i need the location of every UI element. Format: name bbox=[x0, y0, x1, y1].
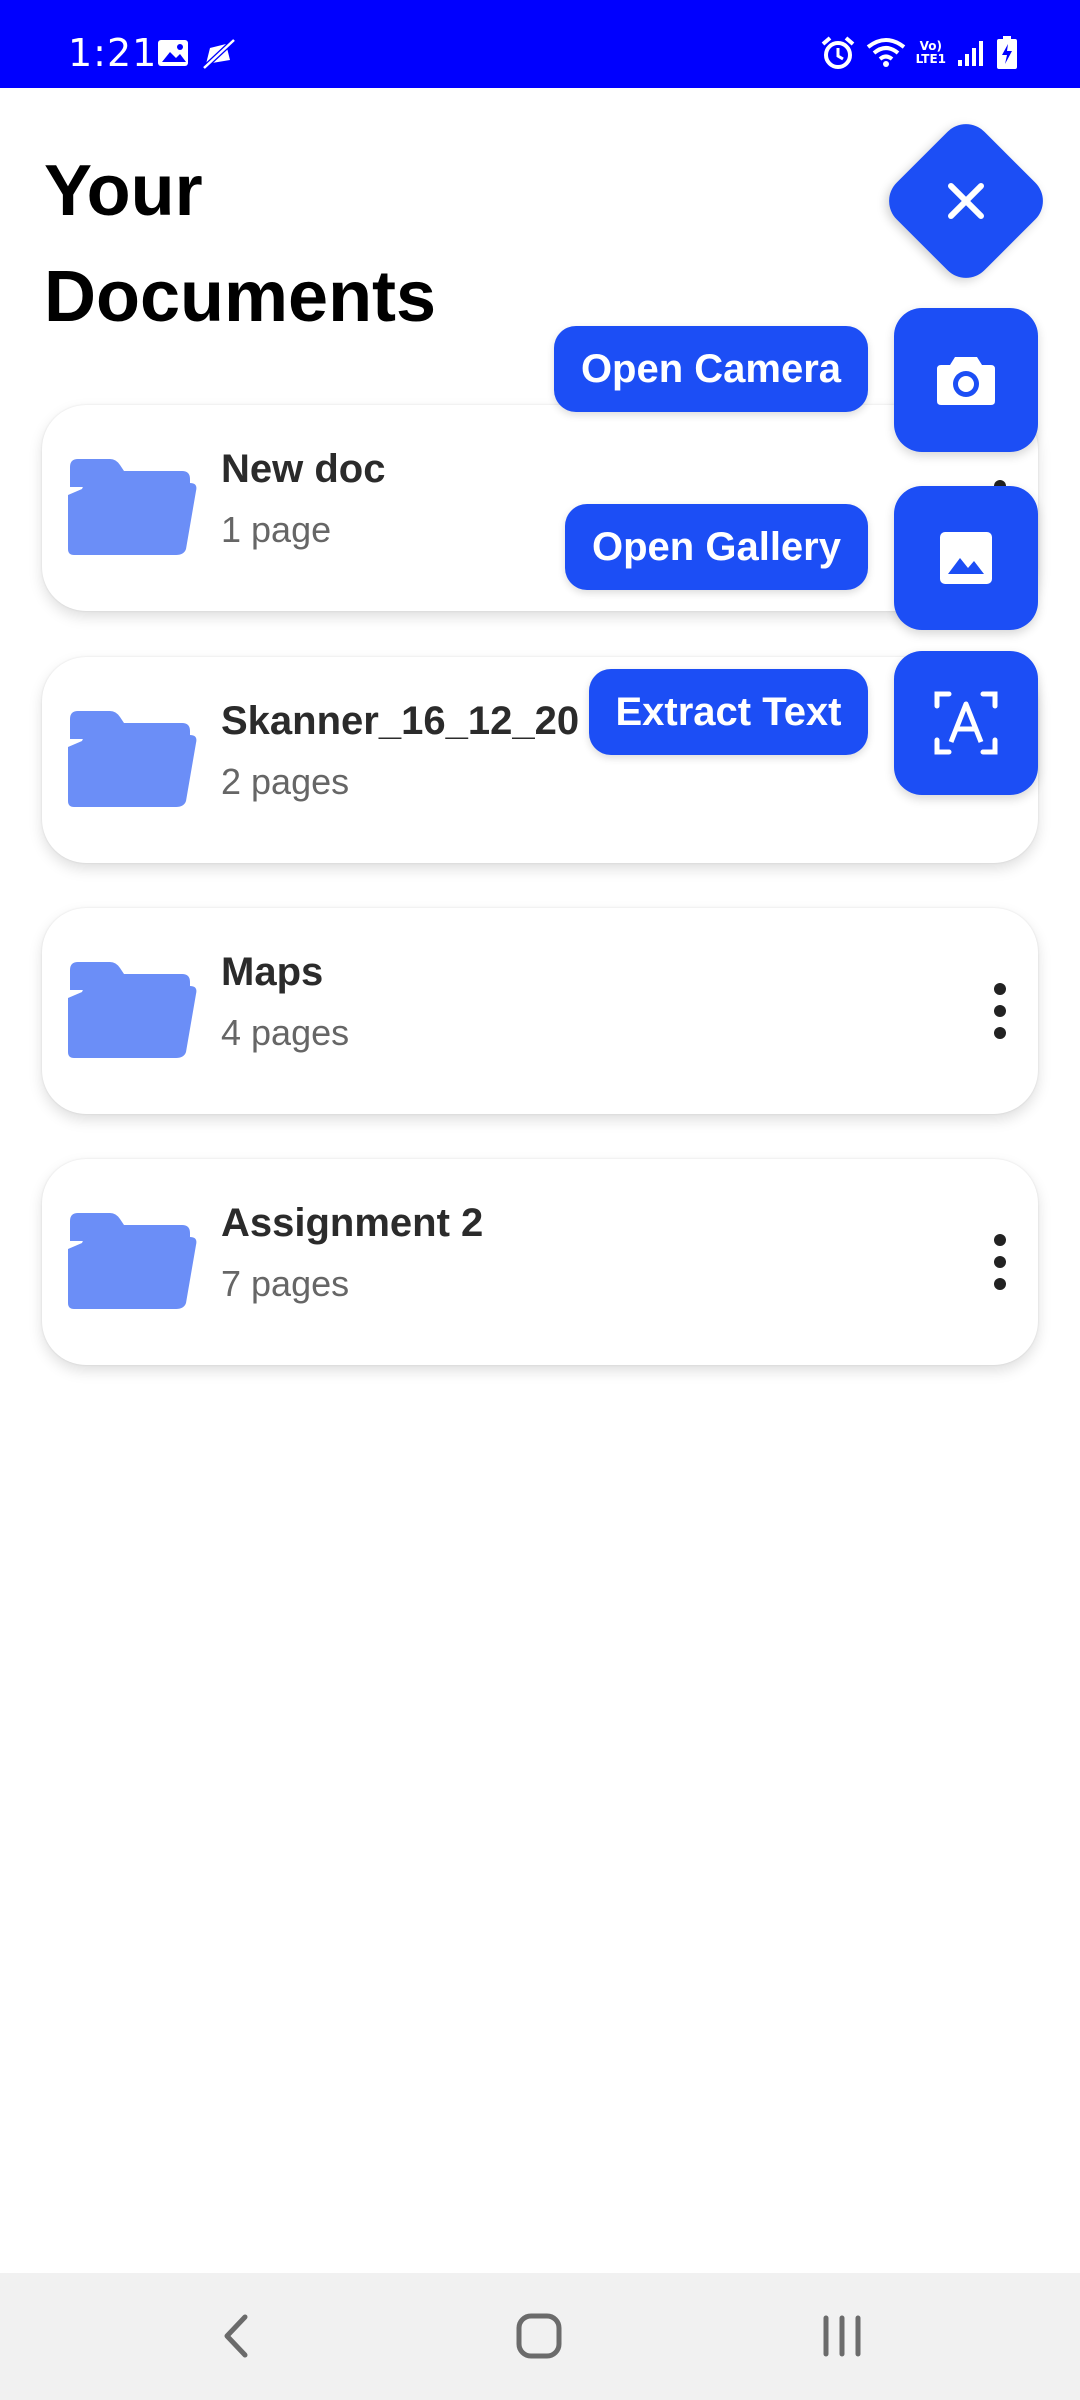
document-page-count: 2 pages bbox=[221, 761, 350, 802]
status-bar: 1:21 Vo) LTE1 bbox=[0, 0, 1080, 88]
open-gallery-button[interactable] bbox=[894, 486, 1038, 630]
home-button[interactable] bbox=[494, 2301, 584, 2371]
more-options-button[interactable] bbox=[980, 1217, 1020, 1307]
document-card[interactable]: Skanner_16_12_20 2 pages bbox=[42, 657, 1038, 863]
muted-icon bbox=[200, 38, 238, 70]
document-page-count: 7 pages bbox=[221, 1263, 350, 1304]
folder-icon bbox=[68, 1213, 197, 1309]
recents-button[interactable] bbox=[797, 2301, 887, 2371]
image-icon bbox=[940, 532, 992, 584]
page-title: Your Documents bbox=[44, 151, 437, 337]
fab-close-button[interactable] bbox=[878, 113, 1054, 289]
back-button[interactable] bbox=[191, 2301, 281, 2371]
document-card[interactable]: Assignment 2 7 pages bbox=[42, 1159, 1038, 1365]
folder-icon bbox=[68, 459, 197, 555]
document-name: Maps bbox=[221, 950, 324, 994]
document-card[interactable]: Maps 4 pages bbox=[42, 908, 1038, 1114]
status-right-icons: Vo) LTE1 bbox=[820, 35, 1018, 71]
extract-text-button[interactable] bbox=[894, 651, 1038, 795]
text-recognition-icon bbox=[934, 691, 998, 755]
camera-icon bbox=[937, 357, 995, 405]
system-navigation-bar bbox=[0, 2273, 1080, 2400]
back-icon bbox=[224, 2314, 248, 2358]
document-page-count: 4 pages bbox=[221, 1012, 350, 1053]
document-page-count: 1 page bbox=[221, 509, 332, 550]
document-name: New doc bbox=[221, 447, 386, 491]
lte-icon: Vo) LTE1 bbox=[916, 40, 946, 66]
document-name: Skanner_16_12_20 bbox=[221, 699, 580, 743]
close-icon bbox=[948, 183, 984, 219]
folder-icon bbox=[68, 962, 197, 1058]
document-name: Assignment 2 bbox=[221, 1201, 484, 1245]
more-options-button[interactable] bbox=[980, 966, 1020, 1056]
home-icon bbox=[516, 2313, 562, 2359]
wifi-icon bbox=[866, 37, 906, 69]
folder-icon bbox=[68, 711, 197, 807]
open-camera-label[interactable]: Open Camera bbox=[554, 326, 868, 412]
gallery-icon bbox=[156, 38, 190, 70]
open-camera-button[interactable] bbox=[894, 308, 1038, 452]
document-card[interactable]: New doc 1 page bbox=[42, 405, 1038, 611]
lte-bottom-label: LTE1 bbox=[915, 52, 946, 66]
status-time: 1:21 bbox=[68, 31, 158, 75]
alarm-icon bbox=[820, 35, 856, 71]
extract-text-label[interactable]: Extract Text bbox=[589, 669, 868, 755]
status-left-icons bbox=[156, 38, 238, 70]
battery-charging-icon bbox=[996, 36, 1018, 70]
recents-icon bbox=[823, 2315, 861, 2357]
signal-icon bbox=[956, 38, 986, 68]
open-gallery-label[interactable]: Open Gallery bbox=[565, 504, 868, 590]
